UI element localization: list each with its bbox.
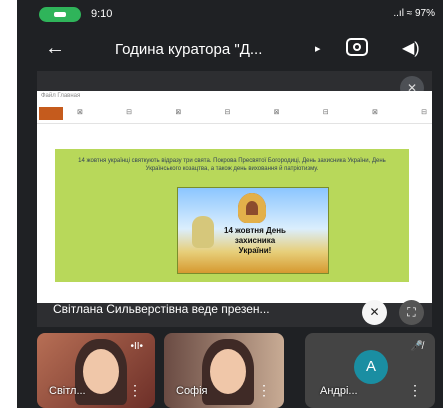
participant-name: Софія [176, 385, 208, 397]
more-options-icon[interactable]: ⋮ [128, 382, 142, 399]
poster-title: 14 жовтня День захисника України! [224, 226, 286, 255]
holiday-poster: 14 жовтня День захисника України! [177, 187, 329, 274]
more-options-icon[interactable]: ⋮ [257, 382, 271, 399]
participant-name: Андрі... [320, 385, 358, 397]
participant-tile[interactable]: Софія ⋮ [164, 333, 284, 408]
participant-name: Світл... [49, 385, 86, 397]
more-options-icon[interactable]: ⋮ [408, 382, 422, 399]
presenter-mic-off-icon[interactable]: ✕ [362, 300, 387, 325]
slide-app-logo [39, 107, 63, 120]
ukrainian-crest-icon [192, 216, 214, 248]
tool-icon: ⊟ [126, 109, 133, 116]
presentation-view: ✕ Файл Главная ⊠ ⊟ ⊠ ⊟ ⊠ ⊟ ⊠ ⊟ 14 жовтня україн… [37, 71, 432, 327]
fullscreen-icon[interactable]: ⛶ [399, 300, 424, 325]
chevron-right-icon[interactable]: ▸ [315, 42, 321, 55]
camera-switch-icon[interactable] [346, 38, 368, 56]
tool-icon: ⊟ [224, 109, 231, 116]
audio-level-icon: •II• [130, 341, 143, 352]
participant-tile[interactable]: •II• Світл... ⋮ [37, 333, 155, 408]
top-bar: ← Година куратора "Д... ▸ ◀) [17, 32, 443, 66]
avatar: A [354, 350, 388, 384]
participant-face [210, 349, 246, 394]
mic-off-icon: 🎤̸ [410, 341, 423, 352]
speaker-icon[interactable]: ◀) [402, 38, 420, 58]
tool-icon: ⊠ [175, 109, 182, 116]
meeting-title[interactable]: Година куратора "Д... [115, 41, 315, 58]
tool-icon: ⊟ [421, 109, 427, 116]
call-indicator [39, 7, 81, 22]
slide-toolbar: ⊠ ⊟ ⊠ ⊟ ⊠ ⊟ ⊠ ⊟ [37, 105, 432, 124]
participant-face [83, 349, 119, 394]
participant-tile[interactable]: 🎤̸ A Андрі... ⋮ [305, 333, 435, 408]
tool-icon: ⊠ [371, 109, 378, 116]
presenter-caption: Світлана Сильверстівна веде презен... [53, 302, 270, 316]
status-indicators: ..ıl ≈ 97% [393, 8, 435, 19]
back-icon[interactable]: ← [45, 37, 65, 60]
slide-app-menu: Файл Главная [41, 93, 81, 99]
green-slide: 14 жовтня українці святкують відразу три… [55, 149, 409, 282]
phone-screen: 9:10 ..ıl ≈ 97% ← Година куратора "Д... … [17, 0, 443, 408]
shared-screen: Файл Главная ⊠ ⊟ ⊠ ⊟ ⊠ ⊟ ⊠ ⊟ 14 жовтня українці… [37, 91, 432, 303]
status-time: 9:10 [91, 8, 113, 20]
toolbar-icons: ⊠ ⊟ ⊠ ⊟ ⊠ ⊟ ⊠ ⊟ [77, 108, 427, 116]
tool-icon: ⊠ [273, 109, 280, 116]
tool-icon: ⊟ [322, 109, 329, 116]
slide-caption: 14 жовтня українці святкують відразу три… [78, 158, 386, 172]
saint-image [238, 193, 266, 223]
tool-icon: ⊠ [77, 109, 83, 116]
status-bar: 9:10 ..ıl ≈ 97% [17, 0, 443, 28]
